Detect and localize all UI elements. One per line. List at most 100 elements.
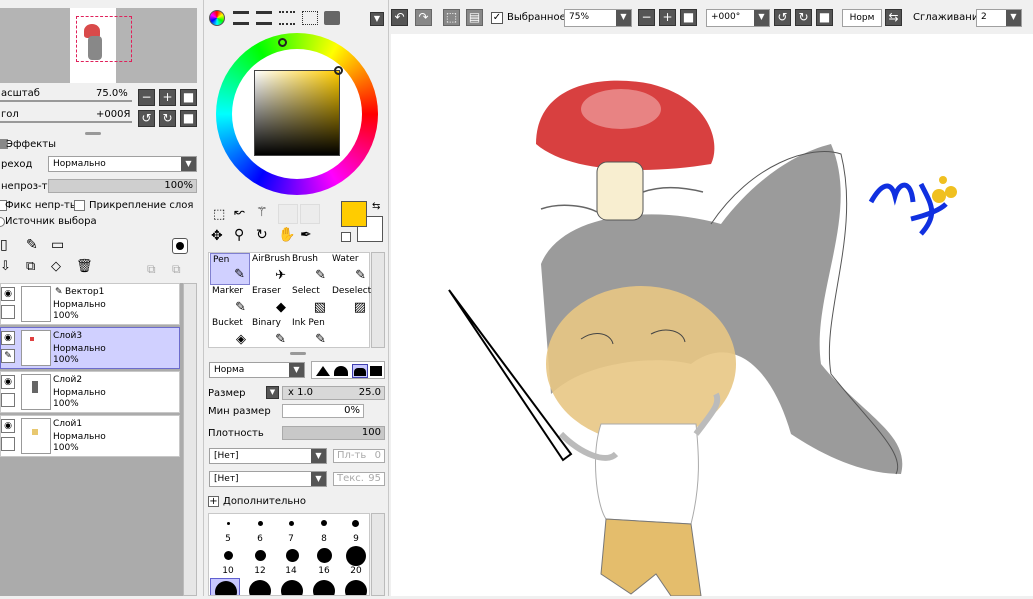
- swatches-tab-icon[interactable]: [302, 11, 318, 25]
- sv-picker-handle[interactable]: [334, 66, 343, 75]
- new-vector-layer-icon[interactable]: ✎: [26, 237, 38, 253]
- deselect-icon[interactable]: ⬚: [443, 9, 460, 26]
- merge-down-icon[interactable]: ⇩: [0, 259, 11, 274]
- chevron-down-icon[interactable]: ▼: [370, 12, 384, 26]
- layer-lock-toggle[interactable]: [1, 393, 15, 407]
- hsv-sliders-tab-icon[interactable]: [256, 11, 272, 25]
- layer-item[interactable]: ◉ Слой1 Нормально 100%: [0, 415, 180, 457]
- size-dot[interactable]: [281, 580, 303, 595]
- texture-1-strength[interactable]: Пл-ть 0: [333, 449, 385, 463]
- scale-slider[interactable]: [0, 100, 132, 102]
- lasso-icon[interactable]: ↜: [234, 205, 245, 220]
- navigator-view-rect[interactable]: [76, 16, 132, 62]
- zoom-in-button[interactable]: +: [159, 89, 176, 106]
- rotate-icon[interactable]: ↻: [256, 227, 268, 243]
- eye-icon[interactable]: ◉: [1, 287, 15, 301]
- tool-airbrush[interactable]: AirBrush ✈: [250, 253, 290, 285]
- zoom-reset-button[interactable]: ■: [680, 9, 697, 26]
- expand-icon[interactable]: +: [208, 496, 219, 507]
- zoom-out-button[interactable]: −: [138, 89, 155, 106]
- color-mixer-tab-icon[interactable]: [279, 11, 295, 25]
- invert-selection-icon[interactable]: ▤: [466, 9, 483, 26]
- tool-water[interactable]: Water ✎: [330, 253, 370, 285]
- flip-horizontal-icon[interactable]: ⇆: [885, 9, 902, 26]
- rotate-reset-button[interactable]: ■: [180, 110, 197, 127]
- move-icon[interactable]: ✥: [211, 228, 223, 244]
- hue-picker-handle[interactable]: [278, 38, 287, 47]
- tool-ink-pen[interactable]: Ink Pen ✎: [290, 317, 330, 349]
- density-slider[interactable]: 100: [282, 426, 385, 440]
- selection-visible-checkbox[interactable]: ✓: [491, 12, 503, 24]
- brush-icon[interactable]: ✎: [1, 349, 15, 363]
- rotate-right-button[interactable]: ↻: [159, 110, 176, 127]
- swap-colors-icon[interactable]: ⇆: [372, 201, 380, 212]
- size-dot[interactable]: [249, 580, 271, 595]
- zoom-in-button[interactable]: +: [659, 9, 676, 26]
- tool-brush[interactable]: Brush ✎: [290, 253, 330, 285]
- size-dot[interactable]: [258, 521, 263, 526]
- layer-lock-toggle[interactable]: [1, 305, 15, 319]
- navigator-preview[interactable]: [0, 8, 197, 83]
- size-dot[interactable]: [289, 521, 294, 526]
- size-dot[interactable]: [255, 550, 266, 561]
- drawing-canvas[interactable]: [391, 34, 1033, 597]
- min-size-slider[interactable]: 0%: [282, 404, 364, 418]
- new-folder-icon[interactable]: ▭: [51, 237, 64, 253]
- color-wheel-tab-icon[interactable]: [209, 10, 225, 26]
- eye-icon[interactable]: ◉: [1, 375, 15, 389]
- size-dot[interactable]: [224, 551, 233, 560]
- view-mode-button[interactable]: Норм: [842, 9, 882, 27]
- zoom-out-button[interactable]: −: [638, 9, 655, 26]
- rotate-left-button[interactable]: ↺: [138, 110, 155, 127]
- layer-mask-icon[interactable]: [172, 238, 188, 254]
- size-selected[interactable]: [210, 578, 240, 595]
- angle-slider[interactable]: [0, 121, 132, 123]
- zoom-select[interactable]: 75% ▼: [564, 9, 632, 27]
- scratchpad-tab-icon[interactable]: [324, 11, 340, 25]
- size-dot[interactable]: [345, 580, 367, 595]
- size-dot[interactable]: [317, 548, 332, 563]
- tool-select[interactable]: Select ▧: [290, 285, 330, 317]
- size-dot[interactable]: [227, 522, 230, 525]
- copy-layer-icon[interactable]: ⧉: [26, 259, 35, 274]
- size-dot[interactable]: [313, 580, 335, 595]
- shape-soft-icon[interactable]: [316, 366, 330, 376]
- tool-binary[interactable]: Binary ✎: [250, 317, 290, 349]
- smoothing-select[interactable]: 2 ▼: [976, 9, 1022, 27]
- size-dot[interactable]: [321, 520, 327, 526]
- size-dot[interactable]: [286, 549, 299, 562]
- clear-layer-icon[interactable]: ◇: [51, 259, 61, 274]
- texture-2-strength[interactable]: Текс. 95: [333, 472, 385, 486]
- splitter-handle[interactable]: [85, 132, 101, 135]
- zoom-icon[interactable]: ⚲: [234, 227, 244, 243]
- layer-item[interactable]: ◉ ✎ Слой3 Нормально 100%: [0, 327, 180, 369]
- brush-size-scrollbar[interactable]: [371, 513, 385, 596]
- shape-hard-selected-icon[interactable]: [352, 364, 368, 378]
- layer-scrollbar[interactable]: [183, 283, 197, 596]
- rotate-left-button[interactable]: ↺: [774, 9, 791, 26]
- brush-blend-select[interactable]: Норма ▼: [209, 362, 305, 378]
- eye-icon[interactable]: ◉: [1, 419, 15, 433]
- clip-layer-checkbox[interactable]: [74, 200, 85, 211]
- size-dot[interactable]: [352, 520, 359, 527]
- zoom-reset-button[interactable]: ■: [180, 89, 197, 106]
- layer-transfer-icon[interactable]: ⧉: [172, 262, 181, 277]
- hand-icon[interactable]: ✋: [278, 227, 295, 243]
- layer-item[interactable]: ◉ ✎ Вектор1 Нормально 100%: [0, 283, 180, 325]
- rgb-sliders-tab-icon[interactable]: [233, 11, 249, 25]
- layer-move-icon[interactable]: ⧉: [147, 262, 156, 277]
- tool-deselect[interactable]: Deselect ▨: [330, 285, 371, 317]
- rotate-reset-button[interactable]: ■: [816, 9, 833, 26]
- rotation-select[interactable]: +000° ▼: [706, 9, 770, 27]
- size-slider[interactable]: x 1.0 25.0: [282, 386, 385, 400]
- splitter-handle[interactable]: [290, 352, 306, 355]
- rotate-right-button[interactable]: ↻: [795, 9, 812, 26]
- tool-pen[interactable]: Pen ✎: [210, 253, 250, 285]
- undo-icon[interactable]: ↶: [391, 9, 408, 26]
- redo-icon[interactable]: ↷: [415, 9, 432, 26]
- rect-select-icon[interactable]: ⬚: [213, 207, 225, 222]
- opacity-slider[interactable]: 100%: [48, 179, 197, 193]
- size-dot[interactable]: [346, 546, 366, 566]
- blend-mode-select[interactable]: Нормально ▼: [48, 156, 197, 172]
- new-layer-icon[interactable]: ▯: [0, 237, 8, 253]
